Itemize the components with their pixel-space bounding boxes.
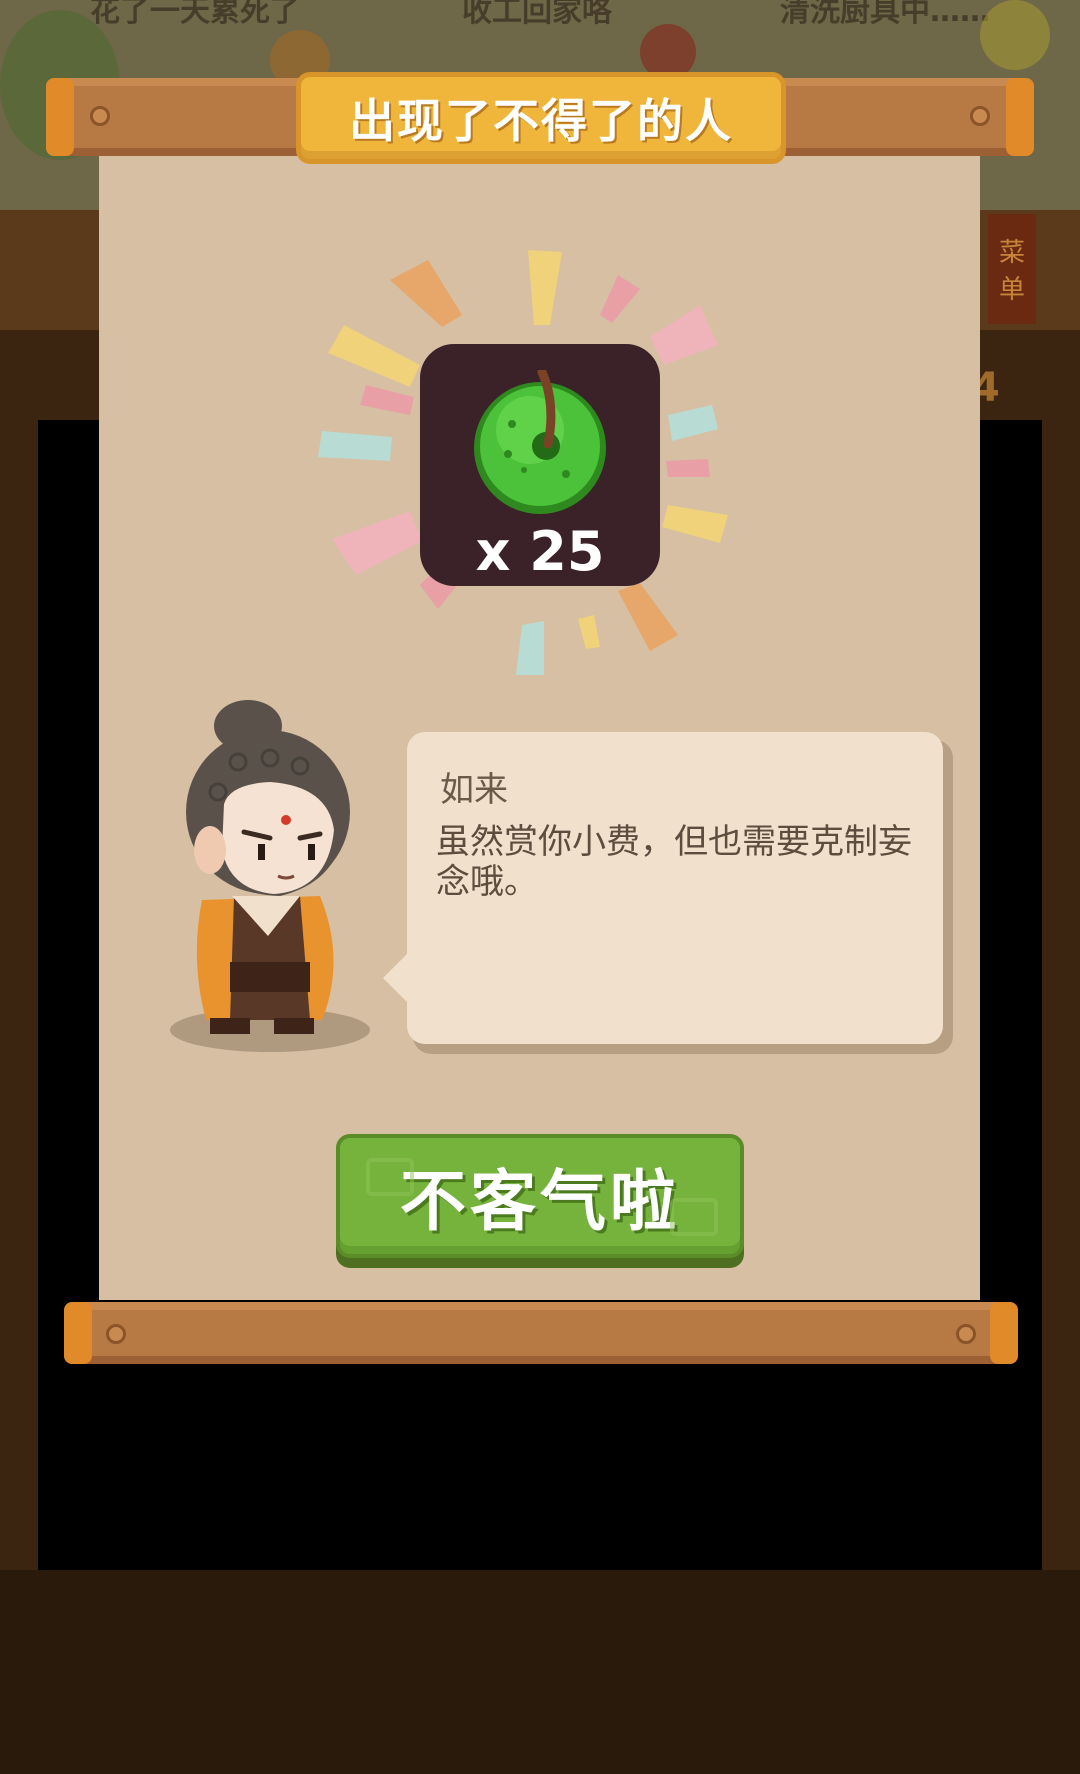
rod-cap-left	[64, 1302, 92, 1364]
dialog-title-plate: 出现了不得了的人	[296, 72, 786, 164]
character-portrait	[170, 700, 370, 1052]
rod-nail-left	[106, 1324, 126, 1344]
confirm-button-label: 不客气啦	[400, 1163, 680, 1240]
status-text-right: 清洗厨具中……	[780, 0, 990, 29]
reward-count: x 25	[475, 520, 605, 583]
button-pattern	[670, 1198, 718, 1236]
button-pattern	[366, 1158, 414, 1196]
speech-bubble-tail	[383, 952, 409, 1004]
menu-label: 菜单	[998, 238, 1025, 305]
menu-button[interactable]: 菜单	[988, 214, 1036, 324]
rod-cap-right	[990, 1302, 1018, 1364]
status-text-middle: 收工回家咯	[462, 0, 612, 29]
speaker-name: 如来	[440, 770, 508, 810]
scroll-rod-bottom	[64, 1302, 1018, 1364]
green-fruit-icon	[474, 370, 606, 514]
dialog-title: 出现了不得了的人	[349, 94, 733, 148]
rod-cap-left	[46, 78, 74, 156]
rod-nail-right	[956, 1324, 976, 1344]
rod-nail-right	[970, 106, 990, 126]
rod-nail-left	[90, 106, 110, 126]
dialog-message: 虽然赏你小费，但也需要克制妄念哦。	[436, 822, 912, 902]
rod-cap-right	[1006, 78, 1034, 156]
status-text-left: 花了一天累死了	[90, 0, 300, 29]
confirm-button[interactable]: 不客气啦	[336, 1134, 744, 1258]
background-floor	[0, 1570, 1080, 1774]
pear-decoration	[980, 0, 1050, 70]
